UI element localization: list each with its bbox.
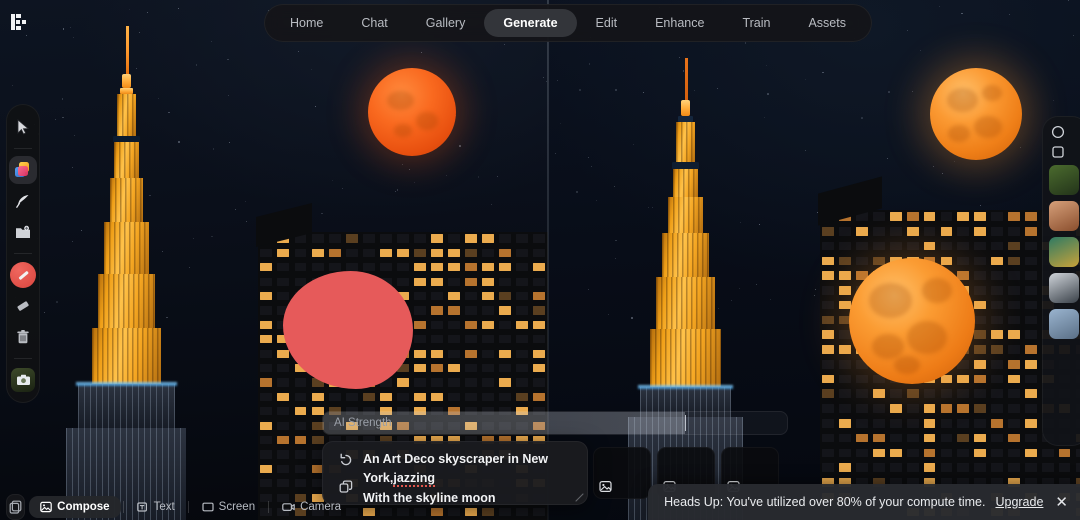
prompt-line-1: An Art Deco skyscraper in New: [363, 452, 549, 466]
prompt-card[interactable]: An Art Deco skyscraper in New York,jazzi…: [322, 441, 588, 505]
duplicate-icon: [339, 479, 353, 493]
mode-text[interactable]: Text: [126, 496, 186, 518]
toolbar-divider: [14, 358, 32, 359]
mode-compose[interactable]: Compose: [29, 496, 121, 518]
tab-gallery[interactable]: Gallery: [407, 9, 485, 38]
compute-warning-toast[interactable]: Heads Up: You've utilized over 80% of yo…: [648, 484, 1080, 520]
prompt-resize-handle[interactable]: [574, 492, 584, 502]
trash-icon: [17, 330, 29, 344]
bottom-bar-divider: [187, 501, 189, 513]
moon-left-sky: [368, 68, 456, 156]
tab-home[interactable]: Home: [271, 9, 342, 38]
mode-screen[interactable]: Screen: [191, 496, 266, 518]
mode-compose-label: Compose: [57, 501, 110, 513]
tool-select[interactable]: [9, 113, 37, 141]
moon-right-sky: [930, 68, 1022, 160]
prompt-misspelled-word: jazzing: [393, 471, 436, 488]
toolbar-divider: [14, 148, 32, 149]
toast-close-icon[interactable]: ✕: [1055, 495, 1068, 510]
photo-chip-icon: [11, 368, 35, 392]
bottom-mode-bar[interactable]: Compose Text Screen Camera: [0, 494, 352, 520]
tab-assets[interactable]: Assets: [789, 9, 865, 38]
tab-enhance[interactable]: Enhance: [636, 9, 723, 38]
image-placeholder-icon: [599, 480, 612, 493]
layers-icon: [15, 162, 31, 178]
prompt-actions[interactable]: [329, 448, 363, 498]
top-navigation[interactable]: Home Chat Gallery Generate Edit Enhance Train A…: [264, 4, 872, 42]
ai-strength-label: AI Strength: [334, 417, 392, 429]
toolbar-divider: [14, 253, 32, 254]
feather-icon: [16, 195, 29, 208]
frame-icon[interactable]: [1051, 145, 1065, 159]
left-toolbar[interactable]: [6, 104, 40, 403]
prompt-line-2: York,: [363, 471, 394, 486]
ai-strength-handle[interactable]: [684, 415, 687, 431]
screen-icon: [202, 501, 214, 513]
app-logo-icon[interactable]: [10, 12, 28, 32]
brush-mask-icon: [10, 262, 36, 288]
compose-icon: [40, 501, 52, 513]
text-icon: [136, 501, 149, 513]
tool-delete[interactable]: [9, 323, 37, 351]
bottom-bar-divider: [268, 501, 270, 513]
prompt-line-3: With the skyline moon: [363, 490, 496, 505]
bottom-grid-button[interactable]: [6, 494, 26, 520]
canvas-result-image[interactable]: [548, 0, 1080, 520]
undo-icon: [340, 453, 352, 465]
tool-add-image[interactable]: [9, 218, 37, 246]
tab-edit[interactable]: Edit: [577, 9, 637, 38]
toast-message: Heads Up: You've utilized over 80% of yo…: [664, 495, 986, 509]
toast-upgrade-link[interactable]: Upgrade: [995, 495, 1043, 509]
prompt-text[interactable]: An Art Deco skyscraper in New York,jazzi…: [363, 448, 579, 505]
app-root: Home Chat Gallery Generate Edit Enhance Train A…: [0, 0, 1080, 520]
tool-mask-brush[interactable]: [9, 261, 37, 289]
mode-camera[interactable]: Camera: [271, 496, 352, 518]
tool-feather[interactable]: [9, 187, 37, 215]
cursor-icon: [17, 119, 30, 135]
moon-generated-on-building: [849, 258, 975, 384]
tool-eraser[interactable]: [9, 292, 37, 320]
mode-screen-label: Screen: [218, 501, 256, 513]
tab-generate[interactable]: Generate: [484, 8, 577, 38]
tab-chat[interactable]: Chat: [342, 9, 406, 38]
result-card-1[interactable]: [593, 447, 651, 499]
resize-handle-icon: [575, 493, 584, 502]
asset-thumb-4[interactable]: [1049, 273, 1079, 303]
camera-icon: [282, 501, 295, 513]
ai-strength-slider[interactable]: AI Strength: [322, 411, 788, 435]
asset-thumb-3[interactable]: [1049, 237, 1079, 267]
eraser-icon: [17, 301, 29, 311]
bottom-bar-divider: [122, 501, 124, 513]
image-add-icon: [16, 225, 30, 238]
asset-thumb-2[interactable]: [1049, 201, 1079, 231]
mode-camera-label: Camera: [300, 501, 341, 513]
mode-text-label: Text: [153, 501, 175, 513]
right-assets-panel[interactable]: [1042, 116, 1080, 446]
grid-icon: [9, 500, 22, 514]
tool-layers[interactable]: [9, 156, 37, 184]
tab-train[interactable]: Train: [723, 9, 789, 38]
asset-thumb-5[interactable]: [1049, 309, 1079, 339]
more-icon[interactable]: [1051, 125, 1065, 139]
asset-thumb-1[interactable]: [1049, 165, 1079, 195]
tool-reference[interactable]: [9, 366, 37, 394]
prompt-undo-button[interactable]: [335, 449, 357, 471]
